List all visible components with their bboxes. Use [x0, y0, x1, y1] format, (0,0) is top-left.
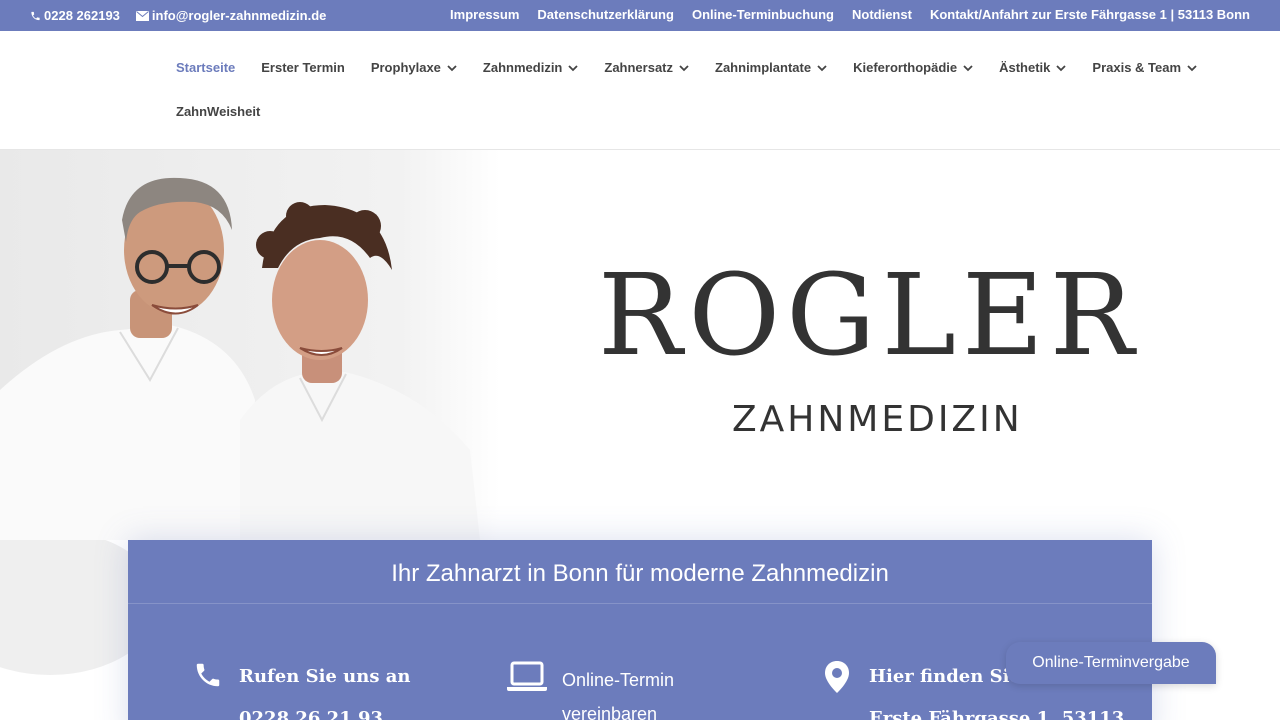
top-bar-contacts: 0228 262193 info@rogler-zahnmedizin.de [30, 8, 326, 23]
chevron-down-icon [1187, 60, 1197, 75]
nav-item-startseite[interactable]: Startseite [176, 60, 235, 75]
nav-item-label: Kieferorthopädie [853, 60, 958, 75]
nav-item-zahnersatz[interactable]: Zahnersatz [604, 60, 689, 75]
top-bar-email[interactable]: info@rogler-zahnmedizin.de [135, 8, 327, 23]
logo-wordmark: ROGLER [598, 251, 1141, 381]
nav-item-label: ZahnWeisheit [176, 104, 261, 119]
location-label: Hier finden Sie [869, 666, 1021, 687]
mail-icon [135, 10, 149, 21]
nav-item-prophylaxe[interactable]: Prophylaxe [371, 60, 457, 75]
chevron-down-icon [1056, 60, 1067, 75]
logo-subtitle: ZAHNMEDIZIN [732, 399, 1023, 440]
nav-item-kieferorthopaedie[interactable]: Kieferorthopädie [853, 60, 973, 75]
nav-item-label: Zahnmedizin [482, 60, 563, 75]
top-bar: 0228 262193 info@rogler-zahnmedizin.de I… [0, 0, 1280, 31]
nav-item-erster-termin[interactable]: Erster Termin [261, 60, 345, 75]
divider [128, 603, 1152, 604]
nav-item-zahnimplantate[interactable]: Zahnimplantate [715, 60, 827, 75]
online-booking-button[interactable]: Online-Terminvergabe [1006, 642, 1216, 684]
team-photo [0, 150, 500, 540]
nav-item-label: Startseite [176, 60, 236, 75]
top-link-online-terminbuchung[interactable]: Online-Terminbuchung [692, 7, 834, 22]
laptop-icon [506, 660, 548, 699]
location-address: Erste Fährgasse 1, 53113 [869, 708, 1125, 720]
chevron-down-icon [963, 60, 973, 75]
info-panel: Ihr Zahnarzt in Bonn für moderne Zahnmed… [128, 540, 1152, 720]
nav-item-zahnweisheit[interactable]: ZahnWeisheit [176, 104, 260, 119]
top-bar-phone[interactable]: 0228 262193 [30, 8, 120, 23]
nav-item-label: Zahnersatz [604, 60, 674, 75]
top-bar-email-text: info@rogler-zahnmedizin.de [151, 8, 327, 23]
rogler-logo: ROGLER ZAHNMEDIZIN [598, 260, 1134, 440]
nav-item-label: Erster Termin [261, 60, 345, 75]
nav-item-praxis-team[interactable]: Praxis & Team [1092, 60, 1197, 75]
top-link-kontakt[interactable]: Kontakt/Anfahrt zur Erste Fährgasse 1 | … [930, 7, 1250, 22]
call-us-label: Rufen Sie uns an [239, 666, 411, 687]
phone-icon [193, 660, 223, 695]
online-appointment-label: Online-Termin [562, 670, 675, 690]
nav-item-zahnmedizin[interactable]: Zahnmedizin [482, 60, 579, 75]
top-link-datenschutz[interactable]: Datenschutzerklärung [537, 7, 674, 22]
chevron-down-icon [679, 60, 689, 75]
nav-item-label: Praxis & Team [1092, 60, 1182, 75]
panel-title: Ihr Zahnarzt in Bonn für moderne Zahnmed… [391, 560, 889, 587]
top-link-notdienst[interactable]: Notdienst [852, 7, 912, 22]
online-appointment-sub: vereinbaren [562, 704, 658, 720]
chevron-down-icon [817, 60, 827, 75]
hero-section: ROGLER ZAHNMEDIZIN Ihr Zahnarzt in Bonn … [0, 150, 1280, 720]
nav-item-label: Prophylaxe [370, 60, 441, 75]
chevron-down-icon [447, 60, 457, 75]
phone-icon [30, 10, 41, 22]
nav-item-label: Ästhetik [999, 60, 1051, 75]
main-nav-row: Startseite Erster Termin Prophylaxe Zahn… [176, 60, 1223, 75]
chevron-down-icon [568, 60, 579, 75]
top-bar-phone-text: 0228 262193 [44, 8, 120, 23]
map-pin-icon [824, 660, 850, 699]
top-link-impressum[interactable]: Impressum [450, 7, 519, 22]
call-us-number[interactable]: 0228 26 21 93 [239, 708, 383, 720]
nav-item-label: Zahnimplantate [715, 60, 812, 75]
top-bar-links: Impressum Datenschutzerklärung Online-Te… [450, 7, 1250, 22]
main-nav: Startseite Erster Termin Prophylaxe Zahn… [0, 31, 1280, 150]
nav-item-aesthetik[interactable]: Ästhetik [999, 60, 1067, 75]
